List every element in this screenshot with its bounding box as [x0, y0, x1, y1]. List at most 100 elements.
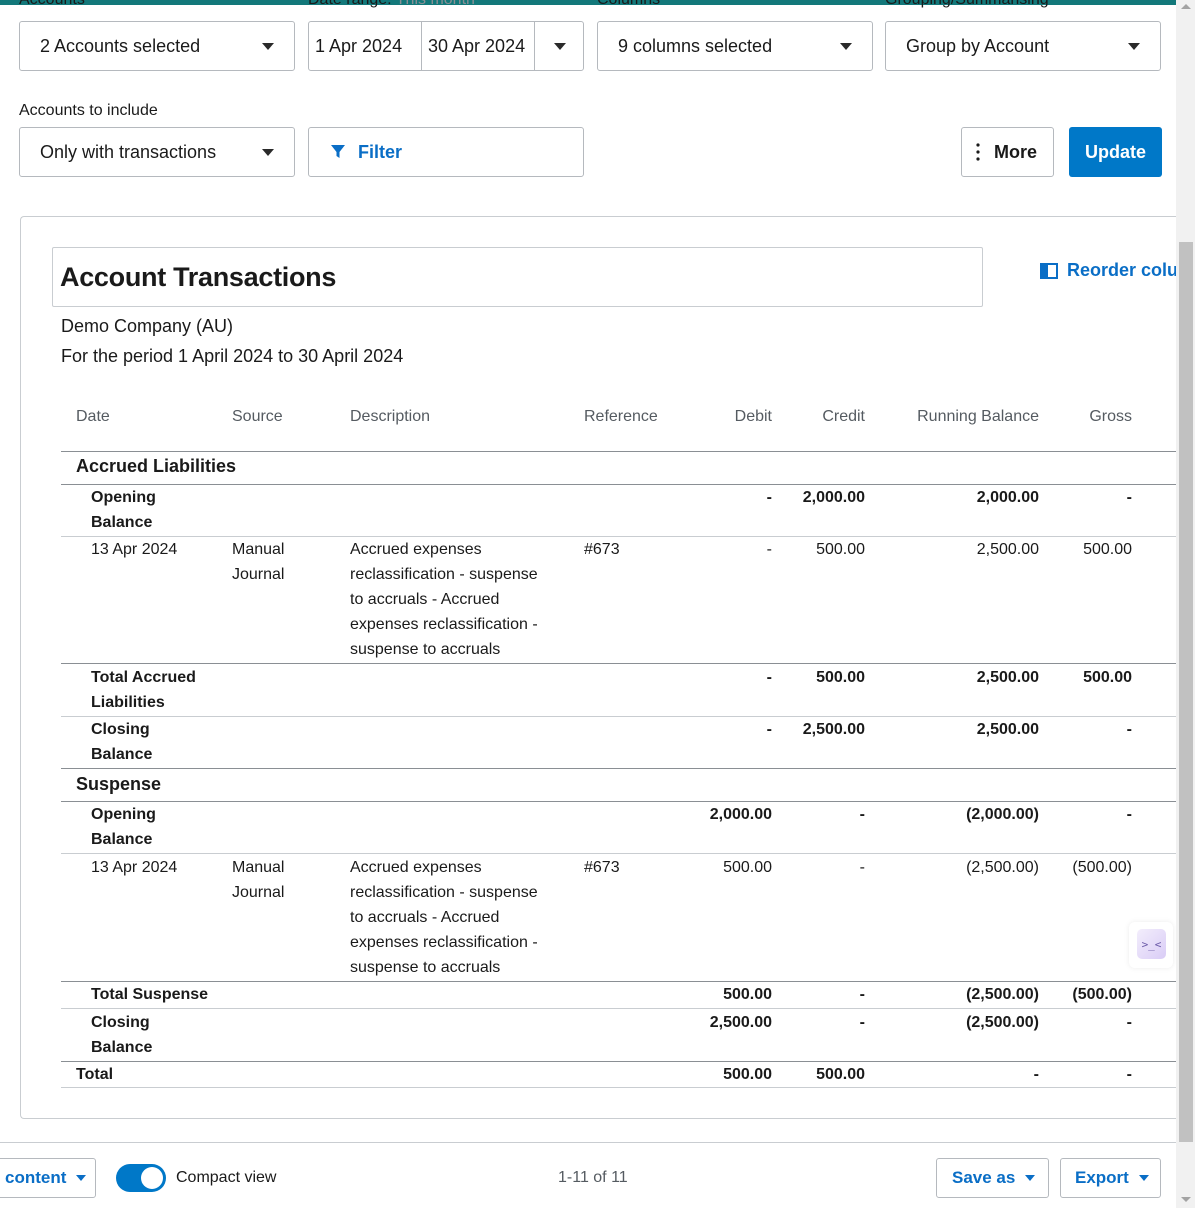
row-label: Total Suspense	[91, 986, 209, 1003]
column-header-date[interactable]: Date	[76, 408, 110, 426]
scrollbar-thumb[interactable]	[1179, 242, 1193, 1142]
credit-cell: -	[859, 986, 865, 1003]
filter-button[interactable]: Filter	[308, 127, 584, 177]
column-header-running-balance[interactable]: Running Balance	[880, 408, 1039, 426]
source-cell: Manual	[232, 859, 285, 876]
content-dropdown-button[interactable]: content	[0, 1158, 96, 1198]
columns-label: Columns	[597, 0, 660, 9]
more-label: More	[994, 141, 1038, 162]
description-line: reclassification - suspense	[350, 566, 538, 583]
group-header: Accrued Liabilities	[76, 456, 237, 476]
grouping-value: Group by Account	[906, 35, 1050, 56]
reference-cell: #673	[584, 859, 620, 876]
running-balance-cell: 2,500.00	[976, 721, 1039, 738]
debit-cell: -	[766, 489, 772, 506]
credit-cell: -	[859, 859, 865, 876]
gross-cell: -	[1126, 1066, 1132, 1083]
debit-cell: 2,000.00	[709, 806, 772, 823]
accounts-include-label: Accounts to include	[19, 102, 158, 119]
grouping-dropdown[interactable]: Group by Account	[885, 21, 1161, 71]
running-balance-cell: (2,000.00)	[966, 806, 1039, 823]
assistant-icon: >_<	[1137, 929, 1166, 959]
report-period: For the period 1 April 2024 to 30 April …	[61, 346, 404, 366]
column-header-source[interactable]: Source	[232, 408, 283, 426]
debit-cell: -	[766, 669, 772, 686]
export-button[interactable]: Export	[1060, 1158, 1161, 1198]
row-label: Opening	[91, 806, 156, 823]
column-header-description[interactable]: Description	[350, 408, 430, 426]
save-as-button[interactable]: Save as	[936, 1158, 1049, 1198]
row-divider	[61, 663, 1176, 664]
filter-label: Filter	[358, 141, 403, 162]
pagination-status: 1-11 of 11	[558, 1169, 628, 1186]
debit-cell: -	[766, 541, 772, 558]
running-balance-cell: (2,500.00)	[966, 859, 1039, 876]
column-header-reference[interactable]: Reference	[584, 408, 658, 426]
chevron-down-icon[interactable]	[554, 43, 566, 50]
gross-cell: 500.00	[1083, 541, 1132, 558]
credit-cell: 500.00	[816, 1066, 865, 1083]
description-line: to accruals - Accrued	[350, 909, 500, 926]
running-balance-cell: (2,500.00)	[966, 1014, 1039, 1031]
debit-cell: -	[766, 721, 772, 738]
more-button[interactable]: More	[961, 127, 1054, 177]
source-cell: Journal	[232, 566, 285, 583]
scroll-down-arrow-icon[interactable]	[1181, 1197, 1191, 1202]
description-line: expenses reclassification -	[350, 616, 538, 633]
accounts-label: Accounts	[19, 0, 85, 9]
row-label: Balance	[91, 746, 153, 763]
column-header-credit[interactable]: Credit	[780, 408, 865, 426]
row-label: Balance	[91, 514, 153, 531]
debit-cell: 500.00	[723, 1066, 772, 1083]
date-cell: 13 Apr 2024	[91, 541, 178, 558]
running-balance-cell: -	[1033, 1066, 1039, 1083]
date-from-input[interactable]: 1 Apr 2024	[309, 22, 422, 70]
content-label: content	[5, 1168, 67, 1187]
chevron-down-icon	[76, 1175, 87, 1181]
description-line: suspense to accruals	[350, 641, 501, 658]
accounts-include-dropdown[interactable]: Only with transactions	[19, 127, 295, 177]
row-divider	[61, 1087, 1176, 1088]
company-name: Demo Company (AU)	[61, 316, 234, 336]
report-title-input[interactable]: Account Transactions	[52, 247, 983, 307]
credit-cell: -	[859, 1014, 865, 1031]
gross-cell: (500.00)	[1072, 859, 1132, 876]
source-cell: Journal	[232, 884, 285, 901]
row-label: Total	[76, 1066, 114, 1083]
date-range-picker: 1 Apr 2024 30 Apr 2024	[308, 21, 584, 71]
row-label: Balance	[91, 1039, 153, 1056]
accounts-include-value: Only with transactions	[40, 141, 217, 162]
compact-view-toggle[interactable]	[116, 1164, 166, 1192]
grouping-label: Grouping/Summarising	[885, 0, 1049, 9]
chevron-down-icon	[840, 43, 852, 50]
gross-cell: -	[1126, 721, 1132, 738]
gross-cell: -	[1126, 806, 1132, 823]
credit-cell: 2,000.00	[802, 489, 865, 506]
description-line: to accruals - Accrued	[350, 591, 500, 608]
description-line: Accrued expenses	[350, 541, 482, 558]
debit-cell: 2,500.00	[709, 1014, 772, 1031]
date-cell: 13 Apr 2024	[91, 859, 178, 876]
gross-cell: (500.00)	[1072, 986, 1132, 1003]
reorder-columns-button[interactable]: Reorder colu	[1040, 260, 1178, 281]
columns-dropdown[interactable]: 9 columns selected	[597, 21, 873, 71]
compact-view-label: Compact view	[176, 1169, 277, 1186]
running-balance-cell: 2,500.00	[976, 541, 1039, 558]
column-header-debit[interactable]: Debit	[690, 408, 772, 426]
row-label: Closing	[91, 721, 150, 738]
toggle-knob	[141, 1167, 163, 1189]
assistant-widget[interactable]: >_<	[1129, 922, 1173, 968]
column-header-gross[interactable]: Gross	[1050, 408, 1132, 426]
accounts-dropdown[interactable]: 2 Accounts selected	[19, 21, 295, 71]
credit-cell: 500.00	[816, 669, 865, 686]
gross-cell: 500.00	[1083, 669, 1132, 686]
debit-cell: 500.00	[723, 859, 772, 876]
scroll-up-arrow-icon[interactable]	[1181, 4, 1191, 9]
reorder-columns-label: Reorder colu	[1067, 260, 1179, 280]
date-to-input[interactable]: 30 Apr 2024	[422, 22, 535, 70]
update-button[interactable]: Update	[1069, 127, 1162, 177]
running-balance-cell: 2,000.00	[976, 489, 1039, 506]
chevron-down-icon	[262, 149, 274, 156]
row-label: Closing	[91, 1014, 150, 1031]
chevron-down-icon	[1138, 1175, 1149, 1181]
